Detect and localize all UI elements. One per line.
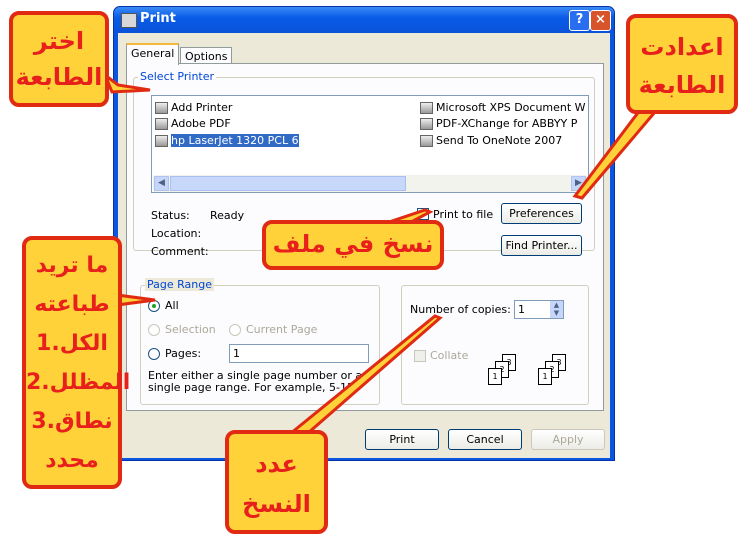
tab-general[interactable]: General: [126, 43, 180, 65]
callout-choose-printer: اختر الطابعة: [9, 11, 109, 107]
callout-printer-settings: اعدادت الطابعة: [626, 14, 738, 114]
pointer-preferences: [572, 108, 658, 200]
callout-copies-count: عدد النسخ: [225, 430, 328, 534]
callout-print-to-file: نسخ في ملف: [262, 220, 444, 270]
pointer-copies: [281, 314, 443, 442]
pointer-page-range: [115, 293, 156, 307]
pointer-select-printer: [101, 70, 151, 94]
callout-what-to-print: ما تريد طباعته 1.الكل 2.المظلل 3.نطاق مح…: [22, 236, 130, 489]
